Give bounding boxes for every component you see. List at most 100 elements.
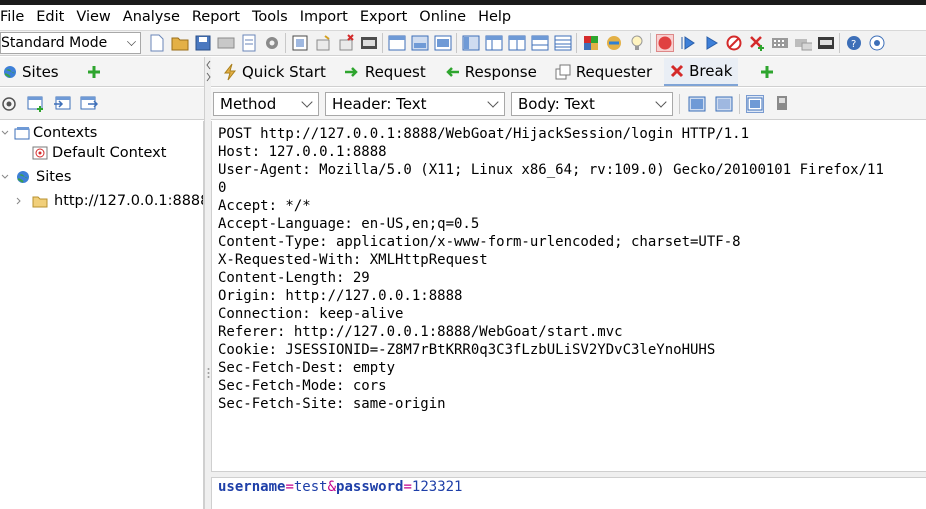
menu-edit[interactable]: Edit	[30, 5, 70, 29]
tree-label-default-context: Default Context	[52, 145, 167, 161]
sites-tab-bar: Sites	[0, 57, 204, 87]
menu-analyse[interactable]: Analyse	[117, 5, 186, 29]
tab-request[interactable]: Request	[338, 58, 432, 86]
header-line: POST http://127.0.0.1:8888/WebGoat/Hijac…	[218, 126, 750, 142]
tree-node-contexts[interactable]: Contexts	[0, 123, 97, 143]
lock-scroll-icon[interactable]	[773, 95, 791, 113]
menu-view[interactable]: View	[70, 5, 116, 29]
continue-icon[interactable]	[702, 34, 720, 52]
remove-break-icon[interactable]	[337, 34, 355, 52]
tab-requester[interactable]: Requester	[549, 58, 658, 86]
add-breakpoint-icon[interactable]	[748, 34, 766, 52]
plugins-icon[interactable]	[794, 34, 812, 52]
toolbar-separator	[382, 33, 383, 53]
tabbed-view-icon[interactable]	[746, 94, 764, 113]
layout-bottom-icon[interactable]	[434, 34, 452, 52]
header-line: Sec-Fetch-Site: same-origin	[218, 396, 446, 412]
layout-panel-4-icon[interactable]	[531, 34, 549, 52]
layout-panel-1-icon[interactable]	[462, 34, 480, 52]
tab-break-label: Break	[689, 61, 733, 80]
scan-policy-icon[interactable]	[605, 34, 623, 52]
menu-tools[interactable]: Tools	[246, 5, 294, 29]
layout-left-icon[interactable]	[388, 34, 406, 52]
tab-quick-start[interactable]: Quick Start	[217, 58, 332, 86]
save-session-icon[interactable]	[194, 34, 212, 52]
body-param-value: test	[293, 479, 328, 495]
split-horizontal-icon[interactable]	[715, 95, 733, 113]
body-view-select[interactable]: Body: Text	[511, 91, 673, 116]
break-all-icon[interactable]	[655, 34, 674, 52]
menu-export[interactable]: Export	[354, 5, 413, 29]
snapshot-icon[interactable]	[217, 34, 235, 52]
split-vertical-icon[interactable]	[688, 95, 706, 113]
layout-tabs-icon[interactable]	[411, 34, 429, 52]
chevron-down-icon	[127, 37, 136, 46]
menu-report[interactable]: Report	[186, 5, 246, 29]
method-select[interactable]: Method	[213, 91, 319, 116]
layout-panel-3-icon[interactable]	[508, 34, 526, 52]
addons-icon[interactable]	[582, 34, 600, 52]
toolbar-separator	[839, 33, 840, 53]
export-context-icon[interactable]	[80, 95, 98, 113]
horizontal-splitter[interactable]	[211, 471, 926, 482]
mode-select[interactable]: Standard Mode	[0, 32, 141, 54]
add-tab-icon[interactable]	[760, 65, 774, 79]
menu-online[interactable]: Online	[413, 5, 472, 29]
context-icon[interactable]	[291, 34, 309, 52]
tab-sites[interactable]: Sites	[0, 58, 65, 86]
mode-select-value: Standard Mode	[1, 35, 108, 51]
layout-full-icon[interactable]	[360, 34, 378, 52]
request-body-editor[interactable]: username=test&password=123321	[211, 478, 926, 509]
request-header-editor[interactable]: POST http://127.0.0.1:8888/WebGoat/Hijac…	[211, 121, 926, 471]
hud-icon[interactable]	[628, 34, 646, 52]
toolbar-separator	[285, 33, 286, 53]
layout-panel-2-icon[interactable]	[485, 34, 503, 52]
method-select-value: Method	[220, 94, 277, 113]
drop-icon[interactable]	[725, 34, 743, 52]
target-icon[interactable]	[0, 95, 18, 113]
layout-panel-5-icon[interactable]	[554, 34, 572, 52]
toolbar-separator	[576, 33, 577, 53]
vertical-splitter[interactable]	[204, 57, 211, 509]
svg-text:?: ?	[851, 39, 856, 50]
terminal-icon[interactable]	[817, 34, 835, 52]
tab-response[interactable]: Response	[438, 58, 543, 86]
header-view-select[interactable]: Header: Text	[325, 91, 505, 116]
header-line: Accept-Language: en-US,en;q=0.5	[218, 216, 480, 232]
tree-node-sites[interactable]: Sites	[0, 167, 71, 187]
options-icon[interactable]	[263, 34, 281, 52]
toolbar-separator	[456, 33, 457, 53]
workspace-tab-bar: Quick Start Request Response Requester B…	[211, 57, 926, 87]
tree-node-default-context[interactable]: Default Context	[32, 143, 166, 163]
support-icon[interactable]	[868, 34, 886, 52]
header-line: Origin: http://127.0.0.1:8888	[218, 288, 463, 304]
body-ampersand: &	[327, 479, 337, 495]
add-tab-icon[interactable]	[87, 65, 101, 79]
tab-quick-start-label: Quick Start	[242, 62, 326, 81]
menu-bar: File Edit View Analyse Report Tools Impo…	[0, 5, 926, 29]
body-equals: =	[285, 479, 294, 495]
chevron-down-icon[interactable]	[0, 172, 12, 182]
fuzzer-icon[interactable]	[771, 34, 789, 52]
tree-node-site[interactable]: http://127.0.0.1:8888	[14, 191, 204, 211]
import-context-icon[interactable]	[53, 95, 71, 113]
menu-help[interactable]: Help	[472, 5, 517, 29]
tab-break[interactable]: Break	[664, 57, 739, 86]
tree-label-site-url: http://127.0.0.1:8888	[54, 193, 204, 209]
help-icon[interactable]: ?	[845, 34, 863, 52]
menu-import[interactable]: Import	[294, 5, 354, 29]
header-line: 0	[218, 180, 227, 196]
new-context-icon[interactable]	[27, 95, 45, 113]
chevron-down-icon[interactable]	[0, 128, 12, 138]
session-properties-icon[interactable]	[240, 34, 258, 52]
header-line: Referer: http://127.0.0.1:8888/WebGoat/s…	[218, 324, 623, 340]
step-icon[interactable]	[679, 34, 697, 52]
chevron-right-icon[interactable]	[14, 196, 26, 206]
open-session-icon[interactable]	[171, 34, 189, 52]
body-param-key: password	[336, 479, 404, 495]
main-toolbar: Standard Mode ?	[0, 30, 926, 56]
add-break-icon[interactable]	[314, 34, 332, 52]
new-session-icon[interactable]	[148, 34, 166, 52]
header-line: User-Agent: Mozilla/5.0 (X11; Linux x86_…	[218, 162, 884, 178]
menu-file[interactable]: File	[0, 5, 30, 29]
